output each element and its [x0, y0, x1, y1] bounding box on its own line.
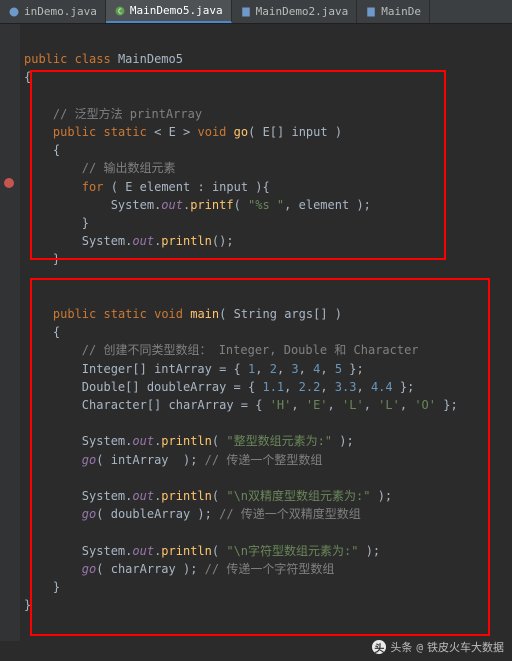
- method-name: main: [190, 307, 219, 321]
- comment: // 创建不同类型数组： Integer, Double 和 Character: [82, 343, 419, 357]
- java-file-icon: [240, 6, 252, 18]
- tab-label: MainDe: [381, 5, 421, 18]
- tab-file-3[interactable]: MainDe: [357, 0, 430, 23]
- keyword: class: [75, 52, 111, 66]
- tab-file-0[interactable]: inDemo.java: [0, 0, 106, 23]
- code-editor[interactable]: public class MainDemo5 { // 泛型方法 printAr…: [0, 24, 512, 641]
- editor-gutter: [0, 24, 20, 641]
- java-file-icon: [8, 6, 20, 18]
- java-file-icon: [365, 6, 377, 18]
- watermark: 头 头条 @ 铁皮火车大数据: [372, 639, 504, 655]
- class-name: MainDemo5: [118, 52, 183, 66]
- method-name: go: [234, 125, 248, 139]
- brace: {: [24, 70, 31, 84]
- breakpoint-icon[interactable]: [4, 178, 14, 188]
- tab-file-1[interactable]: C MainDemo5.java: [106, 0, 232, 23]
- watermark-prefix: 头条: [390, 639, 412, 655]
- comment: // 泛型方法 printArray: [53, 107, 202, 121]
- toutiao-icon: 头: [372, 640, 386, 654]
- tab-label: MainDemo5.java: [130, 4, 223, 17]
- tab-file-2[interactable]: MainDemo2.java: [232, 0, 358, 23]
- svg-text:C: C: [118, 7, 122, 15]
- comment: // 输出数组元素: [82, 161, 176, 175]
- editor-tabs: inDemo.java C MainDemo5.java MainDemo2.j…: [0, 0, 512, 24]
- watermark-at: @: [416, 641, 423, 654]
- keyword: public: [24, 52, 67, 66]
- code-area[interactable]: public class MainDemo5 { // 泛型方法 printAr…: [20, 24, 462, 641]
- watermark-name: 铁皮火车大数据: [427, 639, 504, 655]
- java-class-icon: C: [114, 5, 126, 17]
- tab-label: inDemo.java: [24, 5, 97, 18]
- tab-label: MainDemo2.java: [256, 5, 349, 18]
